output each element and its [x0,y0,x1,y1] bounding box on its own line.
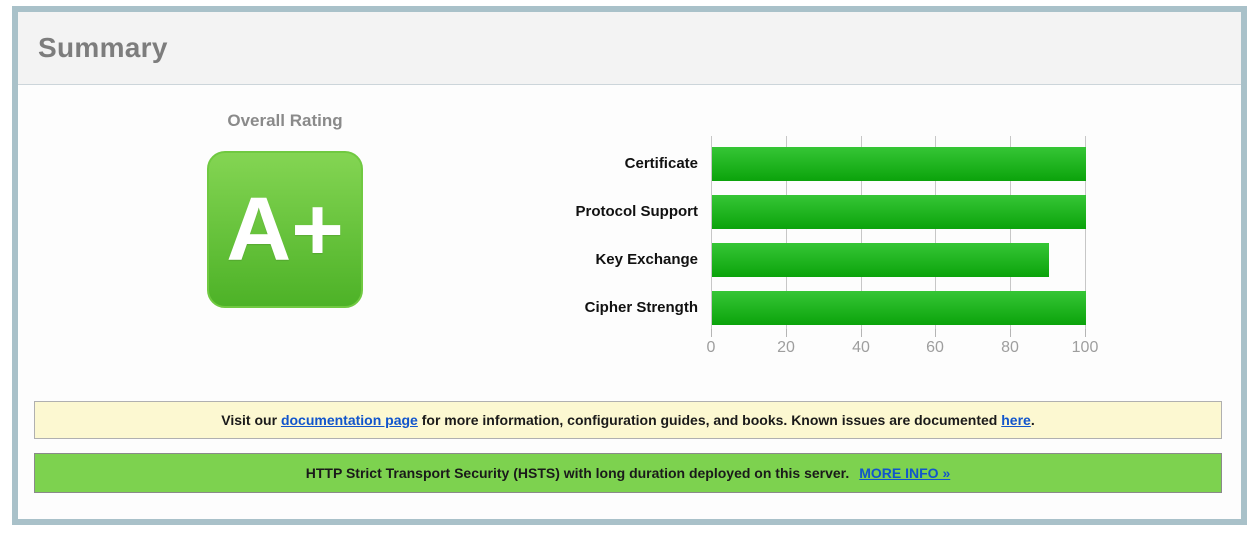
axis-tick-label: 0 [706,339,716,356]
hsts-notice: HTTP Strict Transport Security (HSTS) wi… [34,453,1222,493]
grade-value: A+ [226,179,344,280]
summary-panel: Summary Overall Rating A+ Certificate Pro… [12,6,1247,525]
axis-tick-label: 40 [852,339,870,356]
chart-label-column: Certificate Protocol Support Key Exchange C… [461,85,699,385]
documentation-notice-text: Visit our [221,412,281,428]
bar-label-protocol-support: Protocol Support [575,203,699,220]
axis-tick-label: 20 [777,339,795,356]
documentation-notice-text: . [1030,412,1035,428]
axis-tick-mark [786,329,787,337]
documentation-notice: Visit our documentation page for more in… [34,401,1222,439]
bar-label-certificate: Certificate [624,155,698,172]
bar-certificate [712,147,1086,181]
bar-label-key-exchange: Key Exchange [595,251,698,268]
hsts-notice-text: HTTP Strict Transport Security (HSTS) wi… [305,465,850,481]
axis-tick-mark [711,329,712,337]
overall-rating-label: Overall Rating [227,111,343,130]
bar-protocol-support [712,195,1086,229]
summary-body: Overall Rating A+ Certificate Protocol Su… [18,85,1241,518]
chart-x-axis: 0 20 40 60 80 100 [707,339,1099,359]
known-issues-here-link[interactable]: here [1001,412,1031,428]
axis-tick-mark [935,329,936,337]
bar-key-exchange [712,243,1049,277]
axis-tick-mark [1010,329,1011,337]
page-title: Summary [38,32,168,63]
documentation-page-link[interactable]: documentation page [281,412,418,428]
axis-tick-label: 100 [1071,339,1099,356]
grade-badge: A+ [207,151,363,308]
axis-tick-label: 60 [926,339,944,356]
axis-tick-label: 80 [1001,339,1019,356]
axis-tick-mark [1085,329,1086,337]
bar-label-cipher-strength: Cipher Strength [584,299,698,316]
hsts-more-info-link[interactable]: MORE INFO » [859,465,950,481]
axis-tick-mark [861,329,862,337]
chart-plot-area [711,136,1086,337]
summary-header: Summary [18,12,1241,85]
overall-rating-block: Overall Rating A+ [185,111,385,308]
bar-cipher-strength [712,291,1086,325]
documentation-notice-text: for more information, configuration guid… [417,412,1002,428]
